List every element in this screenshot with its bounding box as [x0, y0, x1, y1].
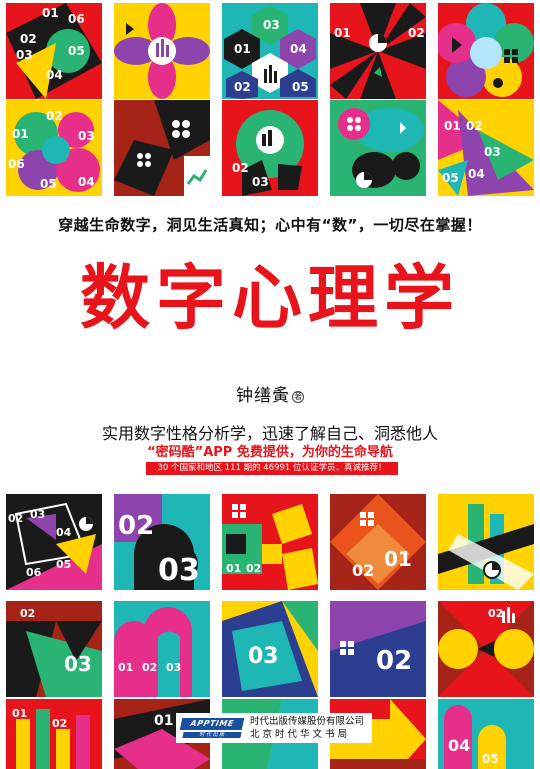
pattern-tile: 02 03 04 06 05	[6, 494, 102, 590]
pattern-tile	[114, 3, 210, 99]
publisher-logo-wordmark: APPTIME	[179, 718, 245, 730]
tile-number: 01	[384, 547, 412, 571]
tile-number: 06	[26, 566, 42, 579]
tile-number: 03	[252, 175, 269, 189]
tile-number: 01	[118, 661, 133, 674]
publisher-line-2: 北 京 时 代 华 文 书 局	[250, 729, 348, 740]
tile-number: 03	[30, 508, 45, 521]
tile-number: 01	[12, 127, 29, 141]
pattern-tile	[330, 100, 426, 196]
tile-number: 02	[20, 607, 35, 620]
tagline: 穿越生命数字，洞见生活真知；心中有“数”，一切尽在掌握！	[58, 216, 482, 234]
tile-number: 02	[142, 661, 157, 674]
publisher-block: APPTIME 时 代 出 版 时代出版传媒股份有限公司 北 京 时 代 华 文…	[176, 713, 372, 743]
tile-number: 02	[352, 561, 374, 580]
tile-number: 02	[46, 109, 63, 123]
pattern-tile: 02 01 03 06 05 04	[6, 100, 102, 196]
tile-number: 03	[64, 652, 92, 676]
pattern-tile	[438, 3, 534, 99]
tile-number: 02	[376, 646, 412, 676]
pattern-tile: 01 02 03	[114, 601, 210, 697]
tile-number: 05	[56, 558, 71, 571]
tile-number: 05	[40, 177, 57, 191]
tile-number: 02	[118, 511, 154, 541]
author-name: 钟缮夤	[236, 386, 290, 406]
tile-number: 02	[20, 32, 37, 46]
pattern-tile: 04 05	[438, 699, 534, 769]
pattern-tile: 01 02 03 05 04	[438, 100, 534, 196]
tile-number: 01	[154, 713, 173, 729]
tile-number: 04	[78, 175, 95, 189]
tile-number: 03	[166, 661, 181, 674]
tile-number: 04	[290, 42, 307, 56]
tile-number: 01	[234, 42, 251, 56]
recommendation-banner: 30 个国家和地区 111 期的 46991 位认证学员，真诚推荐！	[146, 462, 398, 475]
tile-number: 05	[482, 752, 499, 766]
pattern-tile: 02	[438, 601, 534, 697]
tile-number: 01	[334, 26, 351, 40]
tile-number: 04	[46, 68, 63, 82]
publisher-line-1: 时代出版传媒股份有限公司	[250, 716, 365, 727]
tile-number: 01	[226, 562, 241, 575]
tile-number: 03	[263, 18, 280, 32]
pattern-tile: 02 03	[222, 100, 318, 196]
tile-number: 06	[68, 12, 85, 26]
tile-number: 03	[78, 129, 95, 143]
tile-number: 02	[246, 562, 261, 575]
tile-number: 02	[466, 119, 483, 133]
tile-number: 04	[448, 736, 470, 755]
publisher-logo-subtext: 时 代 出 版	[182, 732, 242, 738]
tile-number: 03	[484, 145, 501, 159]
pattern-tile: 01 06 02 03 05 04	[6, 3, 102, 99]
pattern-tile: 02	[330, 601, 426, 697]
publisher-logo: APPTIME 时 代 出 版	[179, 716, 245, 740]
pattern-tile: 01 02	[6, 699, 102, 769]
tile-number: 03	[16, 48, 33, 62]
pattern-tile: 03	[222, 601, 318, 697]
pattern-tile: 02 03	[114, 494, 210, 590]
pattern-tile: 02 03	[6, 601, 102, 697]
book-title: 数字心理学	[80, 257, 460, 339]
tile-number: 01	[12, 707, 27, 720]
tile-number: 02	[8, 512, 23, 525]
tile-number: 03	[248, 644, 279, 669]
tile-number: 05	[292, 80, 309, 94]
tile-number: 04	[56, 526, 72, 539]
tile-number: 05	[442, 171, 459, 185]
tile-number: 02	[488, 607, 503, 620]
tile-number: 02	[408, 26, 425, 40]
tile-number: 02	[52, 717, 67, 730]
tile-number: 01	[42, 6, 59, 20]
pattern-tile: 01 02	[330, 3, 426, 99]
pattern-tile: 02 01	[330, 494, 426, 590]
pattern-tile: 01 02	[222, 494, 318, 590]
publisher-names: 时代出版传媒股份有限公司 北 京 时 代 华 文 书 局	[250, 715, 364, 741]
tile-number: 04	[468, 167, 485, 181]
tile-number: 02	[232, 161, 249, 175]
tile-number: 03	[158, 553, 200, 588]
tile-number: 01	[444, 119, 461, 133]
author-line: 钟缮夤著	[0, 381, 540, 406]
pattern-tile	[114, 100, 210, 196]
tile-number: 02	[234, 80, 251, 94]
pattern-tile: 03 01 04 02 05	[222, 3, 318, 99]
pattern-tile	[438, 494, 534, 590]
author-mark: 著	[292, 390, 304, 403]
app-promo: “密码酷”APP 免费提供，为你的生命导航	[147, 445, 393, 460]
tile-number: 06	[8, 157, 25, 171]
tile-number: 05	[68, 44, 85, 58]
